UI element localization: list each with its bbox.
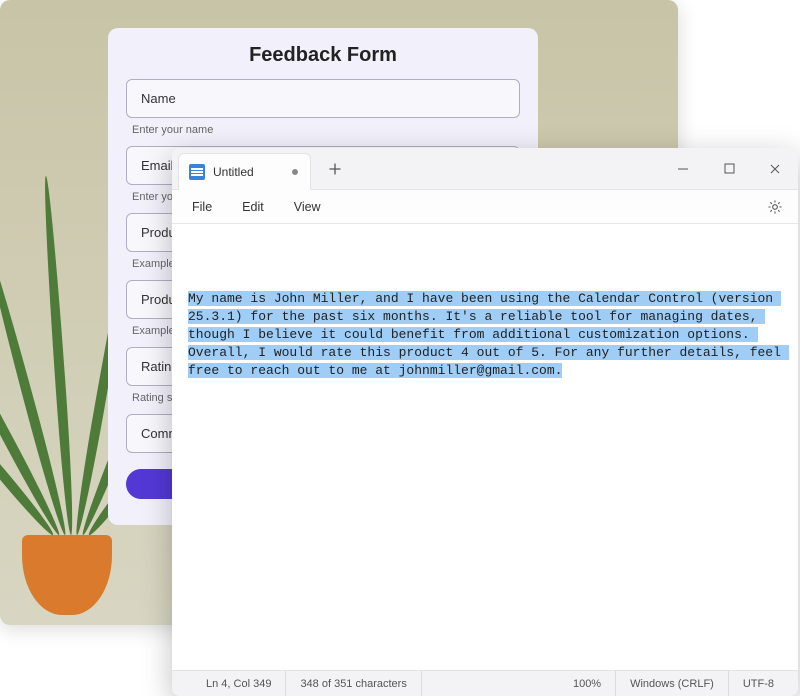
- close-button[interactable]: [752, 148, 798, 189]
- notepad-window: Untitled File Edit View: [172, 148, 798, 696]
- status-zoom[interactable]: 100%: [559, 671, 616, 696]
- statusbar: Ln 4, Col 349 348 of 351 characters 100%…: [172, 670, 798, 696]
- name-field[interactable]: Name: [126, 79, 520, 118]
- name-hint: Enter your name: [126, 118, 520, 136]
- titlebar[interactable]: Untitled: [172, 148, 798, 190]
- minimize-icon: [677, 163, 689, 175]
- plant-decoration: [10, 75, 120, 535]
- unsaved-indicator-icon: [292, 169, 298, 175]
- status-caret: Ln 4, Col 349: [192, 671, 286, 696]
- form-title: Feedback Form: [126, 44, 520, 67]
- menu-view[interactable]: View: [282, 195, 333, 219]
- status-encoding[interactable]: UTF-8: [729, 671, 788, 696]
- status-eol[interactable]: Windows (CRLF): [616, 671, 729, 696]
- menubar: File Edit View: [172, 190, 798, 224]
- new-tab-button[interactable]: [321, 155, 349, 183]
- settings-button[interactable]: [760, 192, 790, 222]
- close-icon: [769, 163, 781, 175]
- notepad-icon: [189, 164, 205, 180]
- status-selection: 348 of 351 characters: [286, 671, 421, 696]
- text-editor[interactable]: My name is John Miller, and I have been …: [172, 224, 798, 670]
- menu-edit[interactable]: Edit: [230, 195, 276, 219]
- tab-untitled[interactable]: Untitled: [178, 153, 311, 190]
- menu-file[interactable]: File: [180, 195, 224, 219]
- plus-icon: [328, 162, 342, 176]
- minimize-button[interactable]: [660, 148, 706, 189]
- gear-icon: [767, 199, 783, 215]
- tab-title: Untitled: [213, 165, 284, 179]
- maximize-button[interactable]: [706, 148, 752, 189]
- plant-pot: [22, 535, 112, 615]
- selected-text: My name is John Miller, and I have been …: [188, 291, 789, 378]
- maximize-icon: [724, 163, 735, 174]
